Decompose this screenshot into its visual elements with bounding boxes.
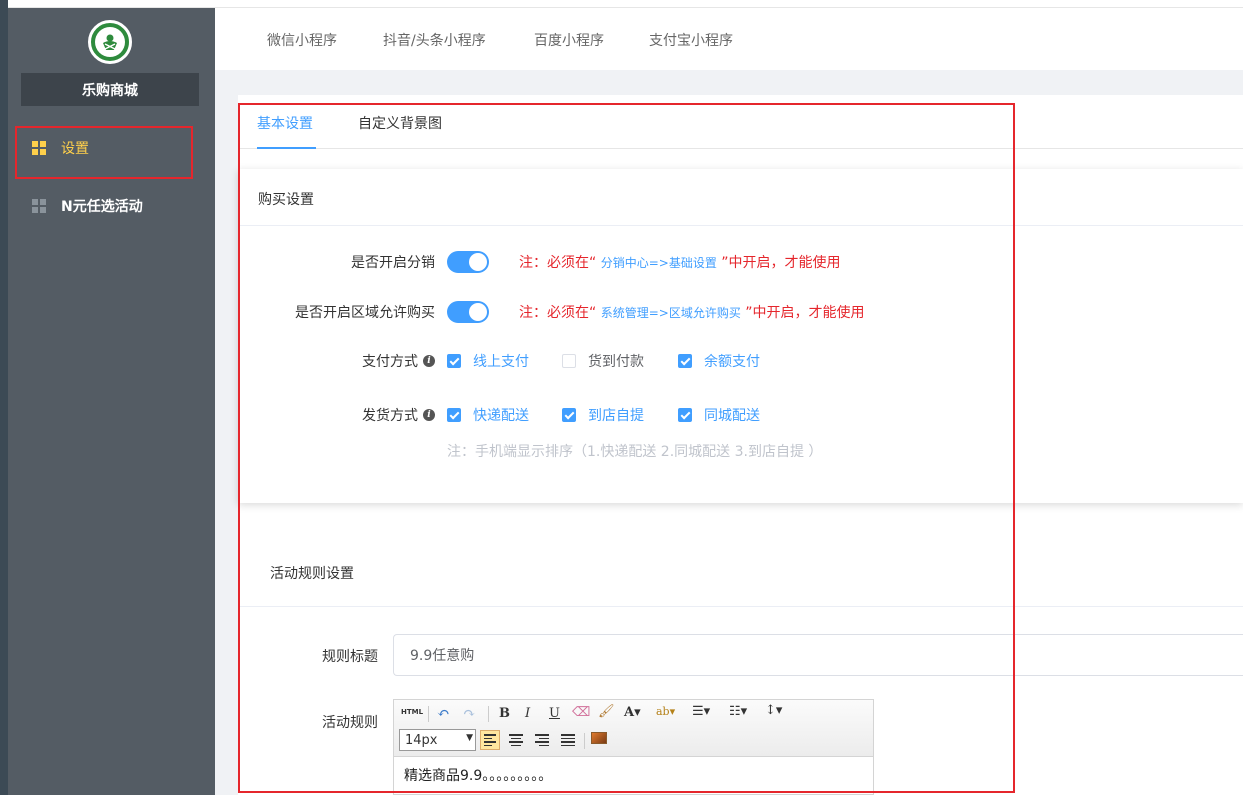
- payment-method-row: 支付方式 i 线上支付 货到付款 余额支付: [238, 346, 1243, 376]
- section-title: 活动规则设置: [270, 566, 354, 582]
- distribution-switch[interactable]: [447, 251, 489, 273]
- unordered-list-icon[interactable]: ☷▾: [729, 704, 747, 719]
- bold-icon[interactable]: B: [499, 706, 510, 721]
- delivery-local-checkbox[interactable]: 同城配送: [678, 405, 760, 425]
- align-right-icon[interactable]: [532, 730, 552, 750]
- line-height-icon[interactable]: ↕▾: [765, 703, 782, 718]
- align-left-icon[interactable]: [480, 730, 500, 750]
- divider: [238, 606, 1243, 607]
- editor-toolbar: HTML ↶ ↷ B I U ⌫ 🖌 A▾ ab▾ ☰▾ ☷▾ ↕▾ 14px …: [394, 700, 873, 757]
- tab-douyin-toutiao[interactable]: 抖音/头条小程序: [383, 30, 486, 50]
- tab-basic-settings[interactable]: 基本设置: [257, 113, 313, 133]
- insert-image-icon[interactable]: [591, 732, 607, 744]
- store-logo: [88, 20, 132, 64]
- brand-name: 乐购商城: [82, 82, 138, 99]
- italic-icon[interactable]: I: [525, 706, 530, 721]
- tab-baidu[interactable]: 百度小程序: [534, 30, 604, 50]
- tab-wechat[interactable]: 微信小程序: [267, 30, 337, 50]
- rule-title-value: 9.9任意购: [410, 648, 475, 664]
- redo-icon[interactable]: ↷: [463, 704, 476, 722]
- rule-title-label: 规则标题: [322, 649, 378, 665]
- delivery-method-row: 发货方式 i 快递配送 到店自提 同城配送: [238, 400, 1243, 430]
- distribution-note: 注：必须在“ 分销中心=>基础设置 ”中开启，才能使用: [519, 255, 841, 271]
- logo-icon: [103, 34, 117, 50]
- brand-box: 乐购商城: [21, 73, 199, 106]
- rich-text-editor: HTML ↶ ↷ B I U ⌫ 🖌 A▾ ab▾ ☰▾ ☷▾ ↕▾ 14px …: [393, 699, 874, 795]
- chevron-down-icon: ▼: [466, 733, 473, 743]
- distribution-note-link: 分销中心=>基础设置: [600, 256, 717, 270]
- payment-cod-checkbox[interactable]: 货到付款: [562, 351, 644, 371]
- region-purchase-switch[interactable]: [447, 301, 489, 323]
- distribution-row: 是否开启分销 注：必须在“ 分销中心=>基础设置 ”中开启，才能使用: [238, 247, 1243, 277]
- html-source-icon[interactable]: HTML: [401, 708, 423, 716]
- align-center-icon[interactable]: [506, 730, 526, 750]
- highlight-color-icon[interactable]: ab▾: [656, 705, 675, 718]
- delivery-order-hint: 注：手机端显示排序（1.快递配送 2.同城配送 3.到店自提 ）: [447, 444, 823, 460]
- sidebar-item-n-yuan-activity[interactable]: N元任选活动: [8, 184, 215, 228]
- payment-online-checkbox[interactable]: 线上支付: [447, 351, 529, 371]
- region-purchase-note-link: 系统管理=>区域允许购买: [600, 306, 741, 320]
- info-icon[interactable]: i: [423, 355, 435, 367]
- grid-icon: [32, 199, 46, 213]
- align-justify-icon[interactable]: [558, 730, 578, 750]
- rule-content-label: 活动规则: [322, 715, 378, 731]
- underline-icon[interactable]: U: [549, 706, 560, 721]
- active-tab-indicator: [257, 147, 316, 149]
- delivery-pickup-checkbox[interactable]: 到店自提: [562, 405, 644, 425]
- font-color-icon[interactable]: A▾: [624, 705, 641, 720]
- tab-custom-background[interactable]: 自定义背景图: [358, 113, 442, 133]
- active-menu-highlight: [15, 126, 193, 179]
- region-purchase-label: 是否开启区域允许购买: [295, 305, 435, 321]
- left-edge-strip: [0, 0, 8, 795]
- editor-content[interactable]: 精选商品9.9。。。。。。。。。: [394, 757, 873, 793]
- undo-icon[interactable]: ↶: [437, 704, 450, 722]
- distribution-label: 是否开启分销: [351, 255, 435, 271]
- purchase-settings-section: 购买设置 是否开启分销 注：必须在“ 分销中心=>基础设置 ”中开启，才能使用 …: [238, 169, 1243, 503]
- region-purchase-note: 注：必须在“ 系统管理=>区域允许购买 ”中开启，才能使用: [519, 305, 865, 321]
- platform-tab-bar: 微信小程序 抖音/头条小程序 百度小程序 支付宝小程序: [215, 8, 1243, 70]
- activity-rules-section: 活动规则设置 规则标题 9.9任意购 活动规则 HTML ↶ ↷ B I U ⌫…: [238, 545, 1243, 795]
- delivery-express-checkbox[interactable]: 快递配送: [447, 405, 529, 425]
- top-edge: [0, 0, 1243, 8]
- payment-method-label: 支付方式 i: [362, 351, 435, 371]
- info-icon[interactable]: i: [423, 409, 435, 421]
- divider: [238, 225, 1243, 226]
- format-brush-icon[interactable]: 🖌: [598, 704, 615, 719]
- ordered-list-icon[interactable]: ☰▾: [692, 704, 710, 719]
- settings-sub-tabs: 基本设置 自定义背景图: [238, 95, 1243, 149]
- font-size-select[interactable]: 14px ▼: [399, 729, 476, 751]
- region-purchase-row: 是否开启区域允许购买 注：必须在“ 系统管理=>区域允许购买 ”中开启，才能使用: [238, 297, 1243, 327]
- tab-alipay[interactable]: 支付宝小程序: [649, 30, 733, 50]
- sidebar-item-label: N元任选活动: [61, 199, 143, 215]
- payment-balance-checkbox[interactable]: 余额支付: [678, 351, 760, 371]
- section-title: 购买设置: [258, 192, 314, 208]
- rule-title-input[interactable]: 9.9任意购: [393, 634, 1243, 676]
- delivery-method-label: 发货方式 i: [362, 405, 435, 425]
- eraser-icon[interactable]: ⌫: [572, 705, 590, 720]
- settings-card: 基本设置 自定义背景图 购买设置 是否开启分销 注：必须在“ 分销中心=>基础设…: [238, 95, 1243, 795]
